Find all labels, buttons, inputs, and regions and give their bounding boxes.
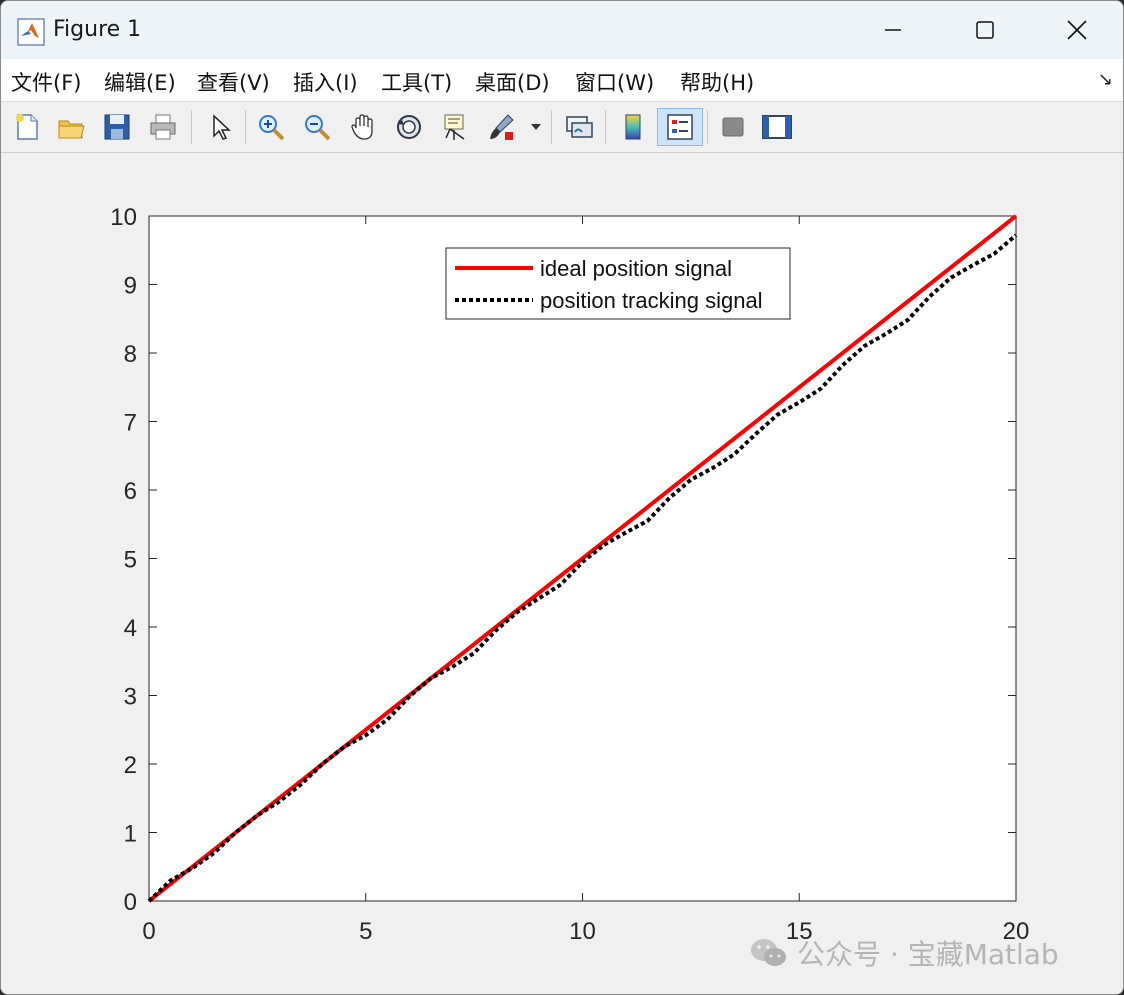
zoom-out-icon xyxy=(305,115,331,141)
title-bar[interactable]: Figure 1 xyxy=(1,1,1123,59)
link-plot-button[interactable] xyxy=(561,108,597,146)
show-plot-tools-icon xyxy=(762,115,792,139)
x-tick-label: 0 xyxy=(142,918,155,945)
menu-view[interactable]: 查看(V) xyxy=(197,67,270,97)
print-button[interactable] xyxy=(145,108,181,146)
legend-icon xyxy=(667,114,693,140)
data-cursor-button[interactable] xyxy=(437,108,473,146)
zoom-in-button[interactable] xyxy=(253,108,289,146)
legend-button[interactable] xyxy=(657,108,703,146)
y-tick-label: 9 xyxy=(124,273,137,300)
open-file-icon xyxy=(58,120,85,139)
pointer-button[interactable] xyxy=(201,108,237,146)
data-cursor-icon xyxy=(444,114,465,140)
brush-icon xyxy=(490,114,514,140)
chevron-down-icon xyxy=(531,124,541,130)
menu-insert[interactable]: 插入(I) xyxy=(293,67,358,97)
toolbar-separator xyxy=(707,110,708,144)
pointer-icon xyxy=(213,114,231,140)
toolbar-separator xyxy=(551,110,552,144)
rotate-3d-button[interactable] xyxy=(391,108,427,146)
rotate-3d-icon xyxy=(397,115,421,139)
menu-bar: 文件(F) 编辑(E) 查看(V) 插入(I) 工具(T) 桌面(D) 窗口(W… xyxy=(1,59,1123,102)
zoom-out-button[interactable] xyxy=(299,108,335,146)
hide-plot-tools-icon xyxy=(722,117,744,137)
y-tick-label: 1 xyxy=(124,821,137,848)
toolbar-separator xyxy=(245,110,246,144)
menu-help[interactable]: 帮助(H) xyxy=(680,67,754,97)
y-tick-label: 6 xyxy=(124,478,137,505)
y-tick-label: 0 xyxy=(124,889,137,916)
zoom-in-icon xyxy=(259,115,285,141)
maximize-icon xyxy=(976,21,994,39)
pan-button[interactable] xyxy=(345,108,381,146)
window-title: Figure 1 xyxy=(53,17,142,42)
y-tick-label: 5 xyxy=(124,547,137,574)
figure-window: Figure 1 文件(F) 编辑(E) 查看(V) 插入(I) 工具(T) 桌… xyxy=(0,0,1124,995)
wechat-icon xyxy=(751,939,786,966)
open-file-button[interactable] xyxy=(53,108,89,146)
save-icon xyxy=(104,114,130,140)
menu-window[interactable]: 窗口(W) xyxy=(575,67,654,97)
colorbar-button[interactable] xyxy=(615,108,651,146)
dock-arrow-icon[interactable]: ↘ xyxy=(1098,69,1113,90)
toolbar-separator xyxy=(191,110,192,144)
y-tick-label: 8 xyxy=(124,341,137,368)
figure-toolbar xyxy=(1,102,1123,153)
menu-edit[interactable]: 编辑(E) xyxy=(104,67,176,97)
save-button[interactable] xyxy=(99,108,135,146)
legend-label: position tracking signal xyxy=(540,288,763,313)
menu-file[interactable]: 文件(F) xyxy=(11,67,81,97)
link-plot-icon xyxy=(566,116,593,138)
hide-plot-tools-button[interactable] xyxy=(715,108,751,146)
matlab-icon xyxy=(17,18,45,46)
minimize-button[interactable] xyxy=(847,1,939,59)
new-figure-icon xyxy=(16,114,38,140)
y-tick-label: 4 xyxy=(124,615,137,642)
watermark: 公众号 · 宝藏Matlab xyxy=(749,933,1059,973)
close-button[interactable] xyxy=(1031,1,1123,59)
maximize-button[interactable] xyxy=(939,1,1031,59)
legend-label: ideal position signal xyxy=(540,256,732,281)
new-figure-button[interactable] xyxy=(9,108,45,146)
menu-desktop[interactable]: 桌面(D) xyxy=(475,67,550,97)
brush-dropdown-button[interactable] xyxy=(525,108,547,146)
minimize-icon xyxy=(885,29,901,31)
pan-icon xyxy=(351,114,373,140)
line-chart[interactable]: 0 5 10 15 20012345678910ideal position signa… xyxy=(1,153,1123,994)
y-tick-label: 3 xyxy=(124,684,137,711)
y-tick-label: 10 xyxy=(110,204,137,231)
y-tick-label: 2 xyxy=(124,752,137,779)
figure-canvas: 0 5 10 15 20 0 1 2 3 4 5 6 7 8 9 10 ideal position signa… xyxy=(1,153,1123,994)
close-icon xyxy=(1067,20,1087,40)
menu-tools[interactable]: 工具(T) xyxy=(381,67,452,97)
y-tick-label: 7 xyxy=(124,410,137,437)
watermark-text: 公众号 · 宝藏Matlab xyxy=(797,938,1059,971)
brush-button[interactable] xyxy=(483,108,519,146)
x-tick-label: 5 xyxy=(359,918,372,945)
colorbar-icon xyxy=(625,114,641,140)
print-icon xyxy=(150,114,176,140)
toolbar-separator xyxy=(605,110,606,144)
x-tick-label: 10 xyxy=(569,918,596,945)
show-plot-tools-button[interactable] xyxy=(759,108,795,146)
